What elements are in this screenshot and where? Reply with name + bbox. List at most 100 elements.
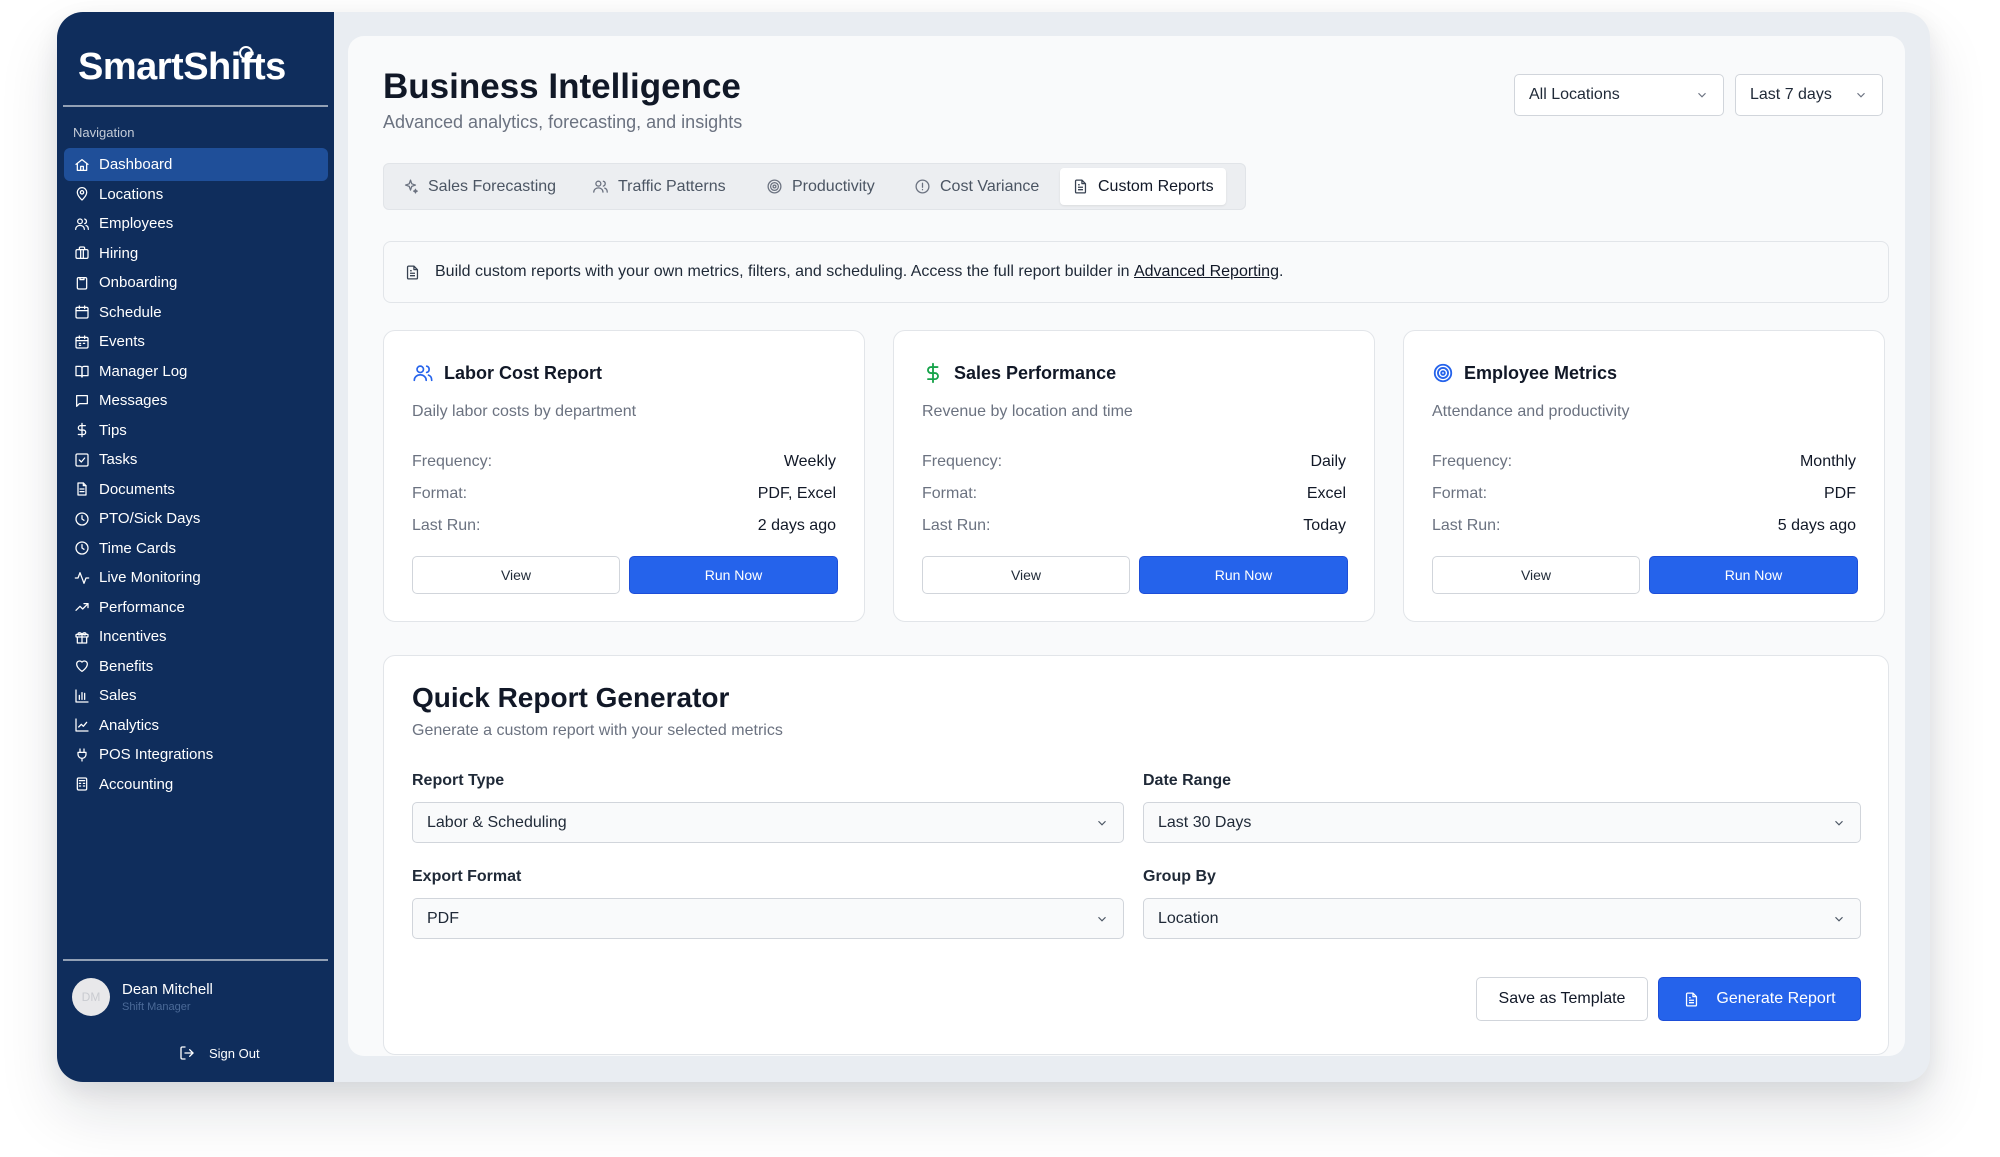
generate-report-button[interactable]: Generate Report [1658,977,1861,1021]
save-as-template-button[interactable]: Save as Template [1476,977,1648,1021]
sidebar-item-label: Performance [99,598,185,616]
dollar-icon [77,422,87,438]
gift-icon [75,631,89,644]
sidebar-item-accounting[interactable]: Accounting [64,768,328,801]
sidebar-item-employees[interactable]: Employees [64,207,328,240]
tab-custom-reports[interactable]: Custom Reports [1060,168,1226,205]
group-by-select[interactable]: Location [1143,898,1861,939]
report-type-label: Report Type [412,772,505,789]
briefcase-icon [75,246,89,259]
sidebar-item-schedule[interactable]: Schedule [64,296,328,329]
report-title: Labor Cost Report [444,362,603,383]
dollar-icon [927,362,939,384]
sidebar-item-label: Onboarding [99,274,178,291]
sidebar-item-time-cards[interactable]: Time Cards [64,532,328,565]
advanced-reporting-link[interactable]: Advanced Reporting [1134,263,1279,281]
run-now-button[interactable]: Run Now [629,556,838,594]
heart-icon [76,660,88,672]
date-range-filter-select[interactable]: Last 7 days [1735,74,1883,116]
user-profile[interactable]: DM Dean Mitchell Shift Manager [72,978,213,1016]
brand-logo[interactable]: SmartShifts [78,46,286,89]
run-now-button[interactable]: Run Now [1139,556,1348,594]
user-name: Dean Mitchell [122,981,213,998]
sidebar-item-label: Events [99,333,145,350]
report-description: Attendance and productivity [1432,403,1630,420]
sidebar-item-pto-sick-days[interactable]: PTO/Sick Days [64,502,328,535]
export-format-select[interactable]: PDF [412,898,1124,939]
file-text-icon [1686,991,1698,1007]
tab-productivity[interactable]: Productivity [754,168,887,205]
report-format-row: Format: Excel [922,485,1346,503]
users-icon [413,365,433,382]
sign-out-button[interactable]: Sign Out [179,1045,260,1061]
chevron-down-icon [1857,92,1865,98]
sidebar-item-events[interactable]: Events [64,325,328,358]
format-value: PDF [1824,485,1856,502]
report-card-labor-cost: Labor Cost Report Daily labor costs by d… [383,330,865,622]
sidebar-item-label: Accounting [99,775,174,793]
chevron-down-icon [1835,916,1843,922]
tab-sales-forecasting[interactable]: Sales Forecasting [390,168,568,205]
line-chart-icon [75,718,89,732]
location-filter-select[interactable]: All Locations [1514,74,1724,116]
sidebar-item-sales[interactable]: Sales [64,679,328,712]
sidebar-item-label: Documents [99,480,175,498]
tab-label: Sales Forecasting [428,177,557,195]
sidebar-item-label: Hiring [99,244,139,262]
sidebar-item-label: Messages [99,392,168,409]
report-frequency-row: Frequency: Weekly [412,453,836,471]
location-filter-value: All Locations [1529,86,1620,103]
tab-cost-variance[interactable]: Cost Variance [902,168,1051,205]
sidebar-item-label: Manager Log [99,362,188,380]
frequency-label: Frequency: [412,453,493,470]
sidebar-item-tips[interactable]: Tips [64,414,328,447]
report-type-select[interactable]: Labor & Scheduling [412,802,1124,843]
sidebar-item-performance[interactable]: Performance [64,591,328,624]
sidebar-item-locations[interactable]: Locations [64,178,328,211]
tab-label: Custom Reports [1098,177,1214,195]
run-now-button[interactable]: Run Now [1649,556,1858,594]
sidebar-item-live-monitoring[interactable]: Live Monitoring [64,561,328,594]
chevron-down-icon [1698,92,1706,98]
view-report-button[interactable]: View [1432,556,1640,594]
format-value: PDF, Excel [757,485,836,502]
notice-text: Build custom reports with your own metri… [435,263,1134,280]
trending-up-icon [75,603,89,611]
chevron-down-icon [1835,820,1843,826]
calendar-icon [75,305,89,319]
calendar-event-icon [75,334,89,349]
format-label: Format: [1432,485,1488,502]
sidebar-item-label: POS Integrations [99,746,214,763]
sidebar-item-messages[interactable]: Messages [64,384,328,417]
view-report-button[interactable]: View [412,556,620,594]
sidebar-item-tasks[interactable]: Tasks [64,443,328,476]
sign-out-label: Sign Out [209,1045,260,1061]
format-label: Format: [412,485,468,502]
logo-clock-icon [239,46,253,60]
sidebar-item-dashboard[interactable]: Dashboard [64,148,328,181]
sidebar-item-analytics[interactable]: Analytics [64,709,328,742]
sidebar-item-benefits[interactable]: Benefits [64,650,328,683]
date-range-select[interactable]: Last 30 Days [1143,802,1861,843]
page-title: Business Intelligence [383,67,741,106]
main-panel: Business Intelligence Advanced analytics… [348,36,1905,1056]
tab-traffic-patterns[interactable]: Traffic Patterns [580,168,738,205]
sidebar-item-hiring[interactable]: Hiring [64,237,328,270]
report-card-header: Labor Cost Report [412,362,602,384]
sidebar-item-pos-integrations[interactable]: POS Integrations [64,738,328,771]
sidebar: SmartShifts Navigation Dashboard Location… [57,12,334,1082]
report-last-run-row: Last Run: 2 days ago [412,517,836,535]
group-by-label: Group By [1143,868,1216,885]
info-notice: Build custom reports with your own metri… [383,241,1889,303]
sidebar-item-incentives[interactable]: Incentives [64,620,328,653]
sidebar-item-label: Locations [99,185,164,203]
frequency-value: Weekly [783,453,836,470]
sidebar-item-documents[interactable]: Documents [64,473,328,506]
report-format-row: Format: PDF [1432,485,1856,503]
frequency-value: Daily [1310,453,1346,470]
view-report-button[interactable]: View [922,556,1130,594]
sidebar-item-manager-log[interactable]: Manager Log [64,355,328,388]
clipboard-icon [76,276,88,290]
sidebar-item-onboarding[interactable]: Onboarding [64,266,328,299]
sidebar-item-label: Tips [99,421,127,439]
